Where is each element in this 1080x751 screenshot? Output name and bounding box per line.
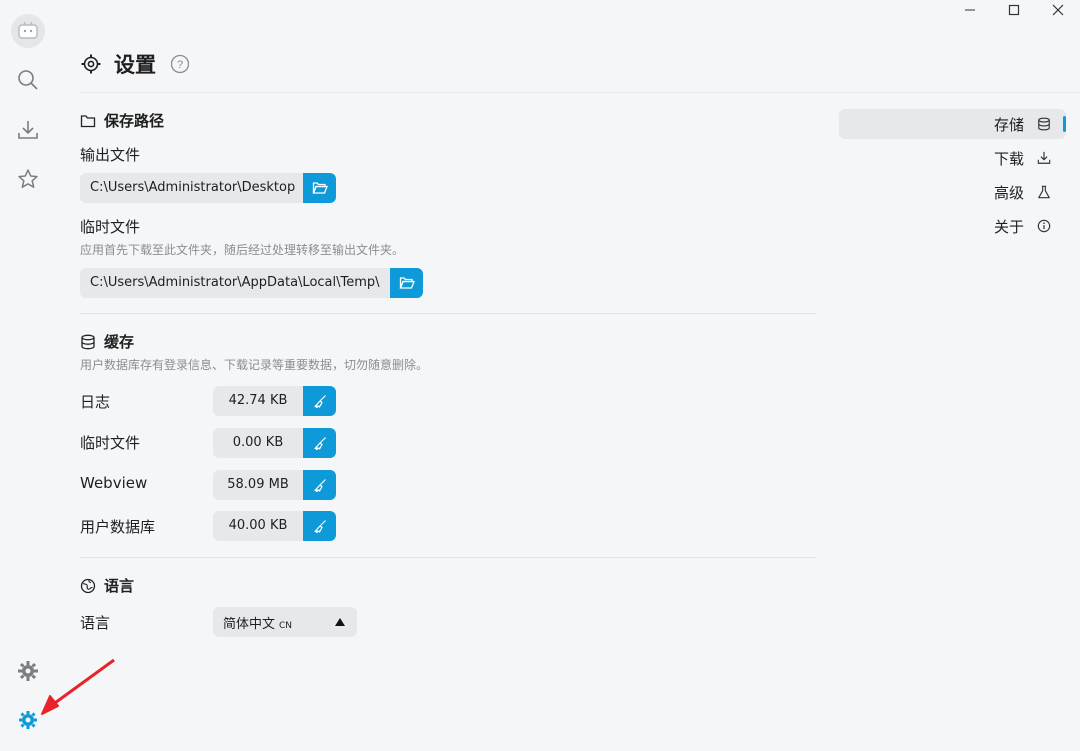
language-value: 简体中文 CN <box>223 613 292 632</box>
cache-row: 40.00 KB <box>213 511 336 541</box>
broom-icon <box>313 479 326 492</box>
triangle-up-icon <box>335 618 345 626</box>
cache-section-header: 缓存 <box>80 331 134 352</box>
output-label: 输出文件 <box>80 146 141 164</box>
cache-row: 42.74 KB <box>213 386 336 416</box>
language-section-header: 语言 <box>80 575 134 596</box>
search-icon[interactable] <box>14 66 42 94</box>
cache-size: 40.00 KB <box>213 511 303 541</box>
avatar[interactable] <box>11 14 45 48</box>
database-icon <box>1036 116 1052 132</box>
gear-icon <box>81 54 101 74</box>
clear-cache-button[interactable] <box>303 511 336 541</box>
header-divider <box>80 92 1080 93</box>
window-controls <box>948 0 1080 20</box>
temp-path-value[interactable]: C:\Users\Administrator\AppData\Local\Tem… <box>80 268 390 298</box>
section-title: 语言 <box>104 577 135 595</box>
close-button[interactable] <box>1036 0 1080 20</box>
nav-storage[interactable]: 存储 <box>839 109 1066 139</box>
sidebar <box>0 0 56 751</box>
nav-label: 高级 <box>993 183 1024 202</box>
section-title: 缓存 <box>104 333 135 351</box>
star-icon[interactable] <box>14 165 42 193</box>
globe-icon <box>80 578 96 593</box>
temp-label: 临时文件 <box>80 218 141 236</box>
clear-cache-button[interactable] <box>303 386 336 416</box>
cache-row: 0.00 KB <box>213 428 336 458</box>
svg-text:?: ? <box>177 59 183 71</box>
folder-icon <box>80 114 96 127</box>
download-icon <box>1036 150 1052 166</box>
nav-advanced[interactable]: 高级 <box>839 177 1066 207</box>
nav-label: 关于 <box>993 217 1024 236</box>
nav-label: 存储 <box>993 115 1024 134</box>
minimize-button[interactable] <box>948 0 992 20</box>
page-title: 设置 <box>114 53 156 77</box>
section-divider <box>80 313 816 314</box>
cache-size: 58.09 MB <box>213 470 303 500</box>
browse-output-button[interactable] <box>303 173 336 203</box>
output-path-field: C:\Users\Administrator\Desktop <box>80 173 336 203</box>
cache-row-label: Webview <box>80 474 148 492</box>
broom-icon <box>313 437 326 450</box>
language-name: 简体中文 <box>223 616 276 632</box>
database-icon <box>81 334 95 349</box>
cache-size: 42.74 KB <box>213 386 303 416</box>
language-code: CN <box>279 620 293 631</box>
language-select[interactable]: 简体中文 CN <box>213 607 357 637</box>
cache-row-label: 日志 <box>80 393 111 411</box>
annotation-arrow <box>41 658 115 715</box>
broom-icon <box>313 520 326 533</box>
nav-about[interactable]: 关于 <box>839 211 1066 241</box>
info-icon <box>1036 218 1052 234</box>
clear-cache-button[interactable] <box>303 428 336 458</box>
nav-download[interactable]: 下载 <box>839 143 1066 173</box>
cache-row-label: 临时文件 <box>80 434 141 452</box>
nav-label: 下载 <box>993 149 1024 168</box>
cache-size: 0.00 KB <box>213 428 303 458</box>
maximize-button[interactable] <box>992 0 1036 20</box>
section-title: 保存路径 <box>104 112 165 130</box>
help-icon[interactable]: ? <box>170 54 190 74</box>
cache-row-label: 用户数据库 <box>80 518 156 536</box>
temp-path-field: C:\Users\Administrator\AppData\Local\Tem… <box>80 268 423 298</box>
clear-cache-button[interactable] <box>303 470 336 500</box>
folder-open-icon <box>399 277 415 289</box>
output-path-value[interactable]: C:\Users\Administrator\Desktop <box>80 173 303 203</box>
browse-temp-button[interactable] <box>390 268 423 298</box>
page-header: 设置 ? <box>80 48 190 80</box>
storage-section-header: 保存路径 <box>80 110 164 131</box>
section-divider <box>80 557 816 558</box>
download-icon[interactable] <box>14 116 42 144</box>
cache-row: 58.09 MB <box>213 470 336 500</box>
temp-hint: 应用首先下载至此文件夹，随后经过处理转移至输出文件夹。 <box>80 243 405 257</box>
cache-hint: 用户数据库存有登录信息、下载记录等重要数据，切勿随意删除。 <box>80 358 429 372</box>
tv-mascot-icon <box>18 21 38 39</box>
folder-open-icon <box>312 182 328 194</box>
flask-icon <box>1036 184 1052 200</box>
active-indicator <box>1063 116 1066 132</box>
broom-icon <box>313 395 326 408</box>
language-label: 语言 <box>80 614 111 632</box>
